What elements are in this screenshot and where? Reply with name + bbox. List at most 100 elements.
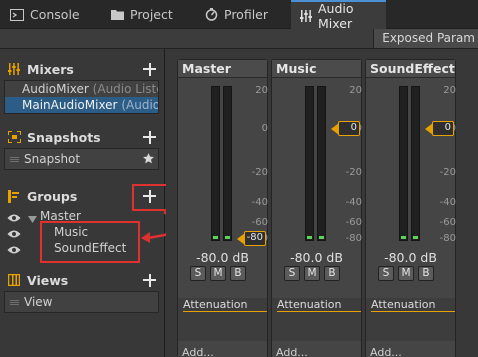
mute-button[interactable]: M bbox=[210, 266, 226, 281]
db-scale-label: 20 bbox=[443, 85, 456, 96]
section-title: Views bbox=[27, 273, 69, 288]
tab-bar: Console Project Profiler Audio Mixer bbox=[0, 0, 478, 31]
db-scale-label: -20 bbox=[345, 167, 362, 178]
mixers-list: AudioMixer (Audio Liste MainAudioMixer (… bbox=[4, 80, 159, 114]
vu-meter bbox=[223, 86, 232, 241]
fader-pointer bbox=[331, 123, 339, 135]
volume-db-readout: -80.0 dB bbox=[384, 250, 437, 265]
section-title: Mixers bbox=[27, 62, 74, 77]
drag-handle-icon[interactable] bbox=[10, 300, 19, 305]
section-title: Snapshots bbox=[27, 130, 101, 145]
solo-button[interactable]: S bbox=[190, 266, 206, 281]
add-effect-button[interactable]: Add... bbox=[276, 346, 308, 357]
add-snapshot-button[interactable] bbox=[140, 127, 158, 147]
fader-pointer bbox=[425, 123, 433, 135]
db-scale-label: -60 bbox=[251, 217, 268, 228]
tab-profiler[interactable]: Profiler bbox=[195, 0, 291, 29]
mixers-header: Mixers bbox=[0, 59, 165, 81]
vu-meter bbox=[399, 86, 408, 241]
exposed-parameters-dropdown[interactable]: Exposed Param bbox=[373, 29, 478, 48]
add-effect-button[interactable]: Add... bbox=[370, 346, 402, 357]
mute-button[interactable]: M bbox=[304, 266, 320, 281]
mixer-output: (Audio bbox=[121, 98, 158, 112]
meter-level bbox=[413, 236, 418, 239]
vu-meter bbox=[411, 86, 420, 241]
mixer-sidebar: Mixers AudioMixer (Audio Liste MainAudio… bbox=[0, 49, 175, 357]
add-effect-button[interactable]: Add... bbox=[182, 346, 214, 357]
volume-db-readout: -80.0 dB bbox=[290, 250, 343, 265]
mixer-name: MainAudioMixer bbox=[22, 98, 118, 112]
mixer-item[interactable]: AudioMixer (Audio Liste bbox=[5, 81, 158, 97]
view-name: View bbox=[24, 295, 53, 309]
tab-project[interactable]: Project bbox=[101, 0, 195, 29]
views-list: View bbox=[4, 291, 159, 313]
volume-fader-handle[interactable]: 0 bbox=[338, 121, 360, 136]
views-icon bbox=[7, 273, 21, 289]
mixer-name: AudioMixer bbox=[22, 82, 89, 96]
effect-attenuation[interactable]: Attenuation bbox=[183, 298, 267, 312]
audio-mixer-icon bbox=[300, 9, 312, 22]
meter-level bbox=[401, 236, 406, 239]
db-scale-label: -80 bbox=[345, 233, 362, 244]
solo-button[interactable]: S bbox=[378, 266, 394, 281]
meter-level bbox=[319, 236, 324, 239]
volume-fader-handle[interactable]: -80 bbox=[244, 231, 266, 246]
db-scale-label: -60 bbox=[439, 217, 456, 228]
vu-meter bbox=[211, 86, 220, 241]
db-scale-label: -40 bbox=[251, 197, 268, 208]
db-scale-label: 20 bbox=[255, 85, 268, 96]
groups-icon bbox=[8, 190, 20, 206]
effect-attenuation[interactable]: Attenuation bbox=[371, 298, 455, 312]
tab-label: Profiler bbox=[224, 7, 269, 22]
bypass-button[interactable]: B bbox=[230, 266, 246, 281]
annotation-box-new-groups bbox=[40, 221, 140, 263]
mute-button[interactable]: M bbox=[398, 266, 414, 281]
tab-label: Audio Mixer bbox=[318, 0, 354, 31]
start-snapshot-star-icon[interactable] bbox=[142, 152, 155, 168]
mixer-output: (Audio Liste bbox=[92, 82, 158, 96]
tab-console[interactable]: Console bbox=[0, 0, 101, 29]
db-scale-label: -60 bbox=[345, 217, 362, 228]
volume-db-readout: -80.0 dB bbox=[196, 250, 249, 265]
profiler-icon bbox=[205, 8, 218, 21]
tab-label: Console bbox=[30, 7, 80, 22]
meter-level bbox=[307, 236, 312, 239]
add-view-button[interactable] bbox=[140, 270, 158, 290]
channel-strip-master: Master200-20-40-60-80-80-80.0 dBSMBAtten… bbox=[177, 59, 268, 357]
visibility-eye-icon[interactable] bbox=[7, 211, 21, 222]
solo-button[interactable]: S bbox=[284, 266, 300, 281]
visibility-eye-icon[interactable] bbox=[7, 243, 21, 254]
strip-title[interactable]: SoundEffect bbox=[366, 60, 455, 78]
snapshots-icon bbox=[7, 130, 22, 146]
expand-triangle-icon[interactable] bbox=[28, 212, 37, 224]
vu-meter bbox=[317, 86, 326, 241]
strip-title[interactable]: Music bbox=[272, 60, 361, 78]
add-mixer-button[interactable] bbox=[140, 59, 158, 79]
drag-handle-icon[interactable] bbox=[10, 157, 19, 162]
snapshots-list: Snapshot bbox=[4, 148, 159, 170]
fader-pointer bbox=[237, 233, 245, 245]
volume-fader-handle[interactable]: 0 bbox=[432, 121, 454, 136]
tab-audio-mixer[interactable]: Audio Mixer bbox=[291, 0, 386, 31]
meter-level bbox=[213, 236, 218, 239]
section-title: Groups bbox=[27, 189, 78, 204]
meter-level bbox=[225, 236, 230, 239]
visibility-eye-icon[interactable] bbox=[7, 227, 21, 238]
view-item[interactable]: View bbox=[5, 294, 158, 310]
snapshot-name: Snapshot bbox=[24, 152, 81, 166]
channel-strip-soundeffect: SoundEffect200-20-40-60-800-80.0 dBSMBAt… bbox=[365, 59, 456, 357]
strip-title[interactable]: Master bbox=[178, 60, 267, 78]
snapshot-item[interactable]: Snapshot bbox=[5, 151, 158, 167]
mixer-item-selected[interactable]: MainAudioMixer (Audio bbox=[5, 97, 158, 113]
db-scale-label: -20 bbox=[439, 167, 456, 178]
bypass-button[interactable]: B bbox=[418, 266, 434, 281]
views-header: Views bbox=[0, 270, 165, 292]
effect-attenuation[interactable]: Attenuation bbox=[277, 298, 361, 312]
tab-label: Project bbox=[130, 7, 173, 22]
db-scale-label: 0 bbox=[261, 123, 268, 134]
bypass-button[interactable]: B bbox=[324, 266, 340, 281]
mixers-icon bbox=[8, 63, 20, 78]
vu-meter bbox=[305, 86, 314, 241]
channel-strip-music: Music200-20-40-60-800-80.0 dBSMBAttenuat… bbox=[271, 59, 362, 357]
console-icon bbox=[10, 8, 24, 21]
